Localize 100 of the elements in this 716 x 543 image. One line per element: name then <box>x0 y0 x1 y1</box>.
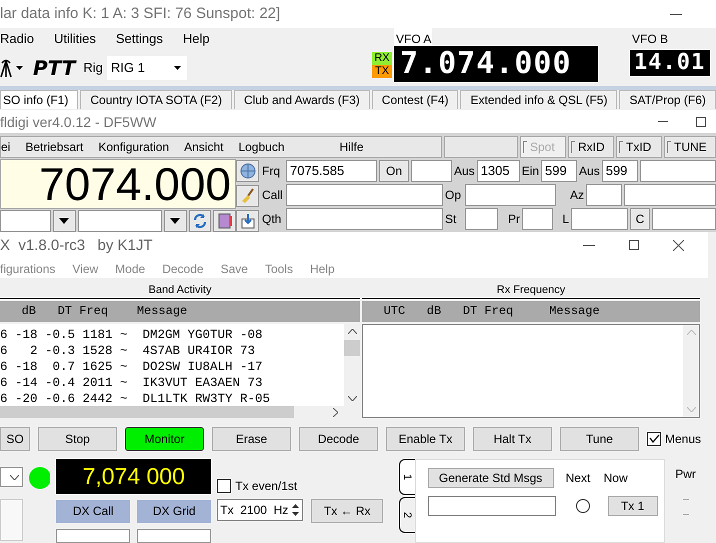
minimize-icon[interactable] <box>670 14 682 16</box>
dropdown-button[interactable] <box>53 210 76 232</box>
decode-row[interactable]: 6 2 -0.3 1528 ~ 4S7AB UR4IOR 73 <box>0 343 344 360</box>
input-field[interactable]: 1305 <box>476 160 520 182</box>
control-button[interactable]: Stop <box>38 426 117 451</box>
input-field[interactable] <box>624 184 716 206</box>
spin-arrows-icon[interactable] <box>291 503 300 517</box>
input-field[interactable]: 599 <box>541 160 578 182</box>
field-label: Frq <box>262 164 281 178</box>
toggle-button[interactable]: RxID <box>568 136 614 158</box>
field-label: L <box>561 212 569 226</box>
menu-item[interactable]: Mode <box>115 262 146 276</box>
refresh-icon <box>192 213 208 229</box>
scroll-thumb[interactable] <box>344 340 360 356</box>
tab[interactable]: SO info (F1) <box>0 90 78 109</box>
menu-item[interactable]: Ansicht <box>184 140 224 154</box>
menu-item[interactable]: Logbuch <box>238 140 284 154</box>
dropdown[interactable] <box>0 467 24 487</box>
input-field[interactable]: 599 <box>602 160 638 182</box>
scroll-right-icon[interactable] <box>333 408 338 417</box>
menu-item[interactable]: Help <box>310 262 335 276</box>
control-button[interactable]: Halt Tx <box>473 426 552 451</box>
scroll-up-icon[interactable] <box>348 329 356 334</box>
generate-button[interactable]: Generate Std Msgs <box>428 468 554 488</box>
globe-button[interactable] <box>236 160 259 182</box>
ptt-label[interactable]: PTT <box>33 56 76 80</box>
scrollbar[interactable] <box>344 324 360 406</box>
menu-item[interactable]: Save <box>220 262 248 276</box>
status-indicator <box>29 467 50 489</box>
input-field[interactable] <box>586 184 622 206</box>
tab[interactable]: Extended info & QSL (F5) <box>460 90 618 109</box>
close-icon[interactable] <box>673 240 684 251</box>
toggle-button[interactable]: TUNE <box>664 136 716 158</box>
control-button[interactable]: Monitor <box>125 426 204 451</box>
menu-item[interactable]: Utilities <box>54 31 96 46</box>
tx-frequency-spinbox[interactable]: Tx 2100 Hz <box>217 499 304 521</box>
tx-button[interactable]: Tx 1 <box>608 496 658 516</box>
control-button[interactable]: Erase <box>212 426 291 451</box>
caret-icon <box>170 218 180 224</box>
import-button[interactable] <box>236 210 259 232</box>
menu-item[interactable]: Help <box>182 31 210 46</box>
broom-button[interactable] <box>236 185 259 207</box>
menu-item[interactable]: figurations <box>0 262 56 276</box>
tx-even-checkbox[interactable]: Tx even/1st <box>217 479 384 493</box>
input-field[interactable] <box>522 208 553 230</box>
input-field[interactable] <box>652 208 716 230</box>
input-field[interactable] <box>465 184 556 206</box>
input-field[interactable] <box>0 499 24 541</box>
book-button[interactable] <box>213 210 236 232</box>
input-field[interactable] <box>640 160 716 182</box>
menu-item[interactable]: Hilfe <box>340 140 364 154</box>
menu-item[interactable]: View <box>72 262 98 276</box>
caret-icon[interactable] <box>16 66 23 70</box>
tab[interactable]: 2 <box>399 497 415 533</box>
call-field[interactable] <box>286 184 443 206</box>
frequency-field[interactable]: 7075.585 <box>286 160 377 182</box>
frequency-display: 14.01 <box>630 50 710 76</box>
radio-button[interactable] <box>576 499 590 513</box>
input-field[interactable] <box>571 208 628 230</box>
input-field[interactable] <box>56 529 130 543</box>
menu-item[interactable]: Radio <box>0 31 34 46</box>
minimize-icon[interactable] <box>583 244 595 246</box>
message-field[interactable] <box>428 496 556 516</box>
decode-row[interactable]: 6 -20 -0.6 2442 ~ DL1LTK RW3TY R-05 <box>0 391 344 408</box>
control-button[interactable]: Enable Tx <box>386 426 465 451</box>
decode-row[interactable]: 6 -18 0.7 1625 ~ DO2SW IU8ALH -17 <box>0 359 344 376</box>
menu-item[interactable]: Decode <box>162 262 204 276</box>
refresh-button[interactable] <box>188 210 212 232</box>
control-button[interactable]: Decode <box>299 426 378 451</box>
decode-row[interactable]: 6 -18 -0.5 1181 ~ DM2GM YG0TUR -08 <box>0 327 344 344</box>
qth-field[interactable] <box>286 208 443 230</box>
tab[interactable]: SAT/Prop (F6) <box>619 90 716 109</box>
menu-item[interactable]: Konfiguration <box>98 140 170 154</box>
control-button[interactable]: Tune <box>560 426 639 451</box>
maximize-icon[interactable] <box>629 240 639 250</box>
control-button[interactable]: SO <box>0 426 30 451</box>
tab[interactable]: Contest (F4) <box>372 90 458 109</box>
rig-dropdown[interactable]: RIG 1 <box>106 56 187 80</box>
globe-icon <box>240 163 256 179</box>
menu-item[interactable]: Betriebsart <box>25 140 84 154</box>
input-field[interactable] <box>465 208 498 230</box>
input-field[interactable] <box>411 160 452 182</box>
tab[interactable]: 1 <box>399 459 415 495</box>
menu-item[interactable]: Tools <box>264 262 293 276</box>
tab[interactable]: Country IOTA SOTA (F2) <box>80 90 232 109</box>
frequency-display: 7074.000 <box>0 159 236 209</box>
maximize-icon[interactable] <box>696 116 706 126</box>
menu-item[interactable]: ei <box>1 140 10 154</box>
dropdown-button[interactable] <box>164 210 187 232</box>
decode-row[interactable]: 6 -14 -0.4 2011 ~ IK3VUT EA3AEN 73 <box>0 375 344 392</box>
scroll-down-icon[interactable] <box>348 396 356 402</box>
antenna-icon[interactable] <box>0 56 12 79</box>
toggle-button[interactable]: TxID <box>616 136 662 158</box>
on-button[interactable]: On <box>379 160 409 182</box>
menus-checkbox[interactable]: Menus <box>647 432 702 446</box>
tab[interactable]: Club and Awards (F3) <box>234 90 370 109</box>
tx-from-rx-button[interactable]: Tx ← Rx <box>311 499 384 523</box>
c-button[interactable]: C <box>630 208 650 230</box>
input-field[interactable] <box>137 529 212 543</box>
menu-item[interactable]: Settings <box>116 31 163 46</box>
